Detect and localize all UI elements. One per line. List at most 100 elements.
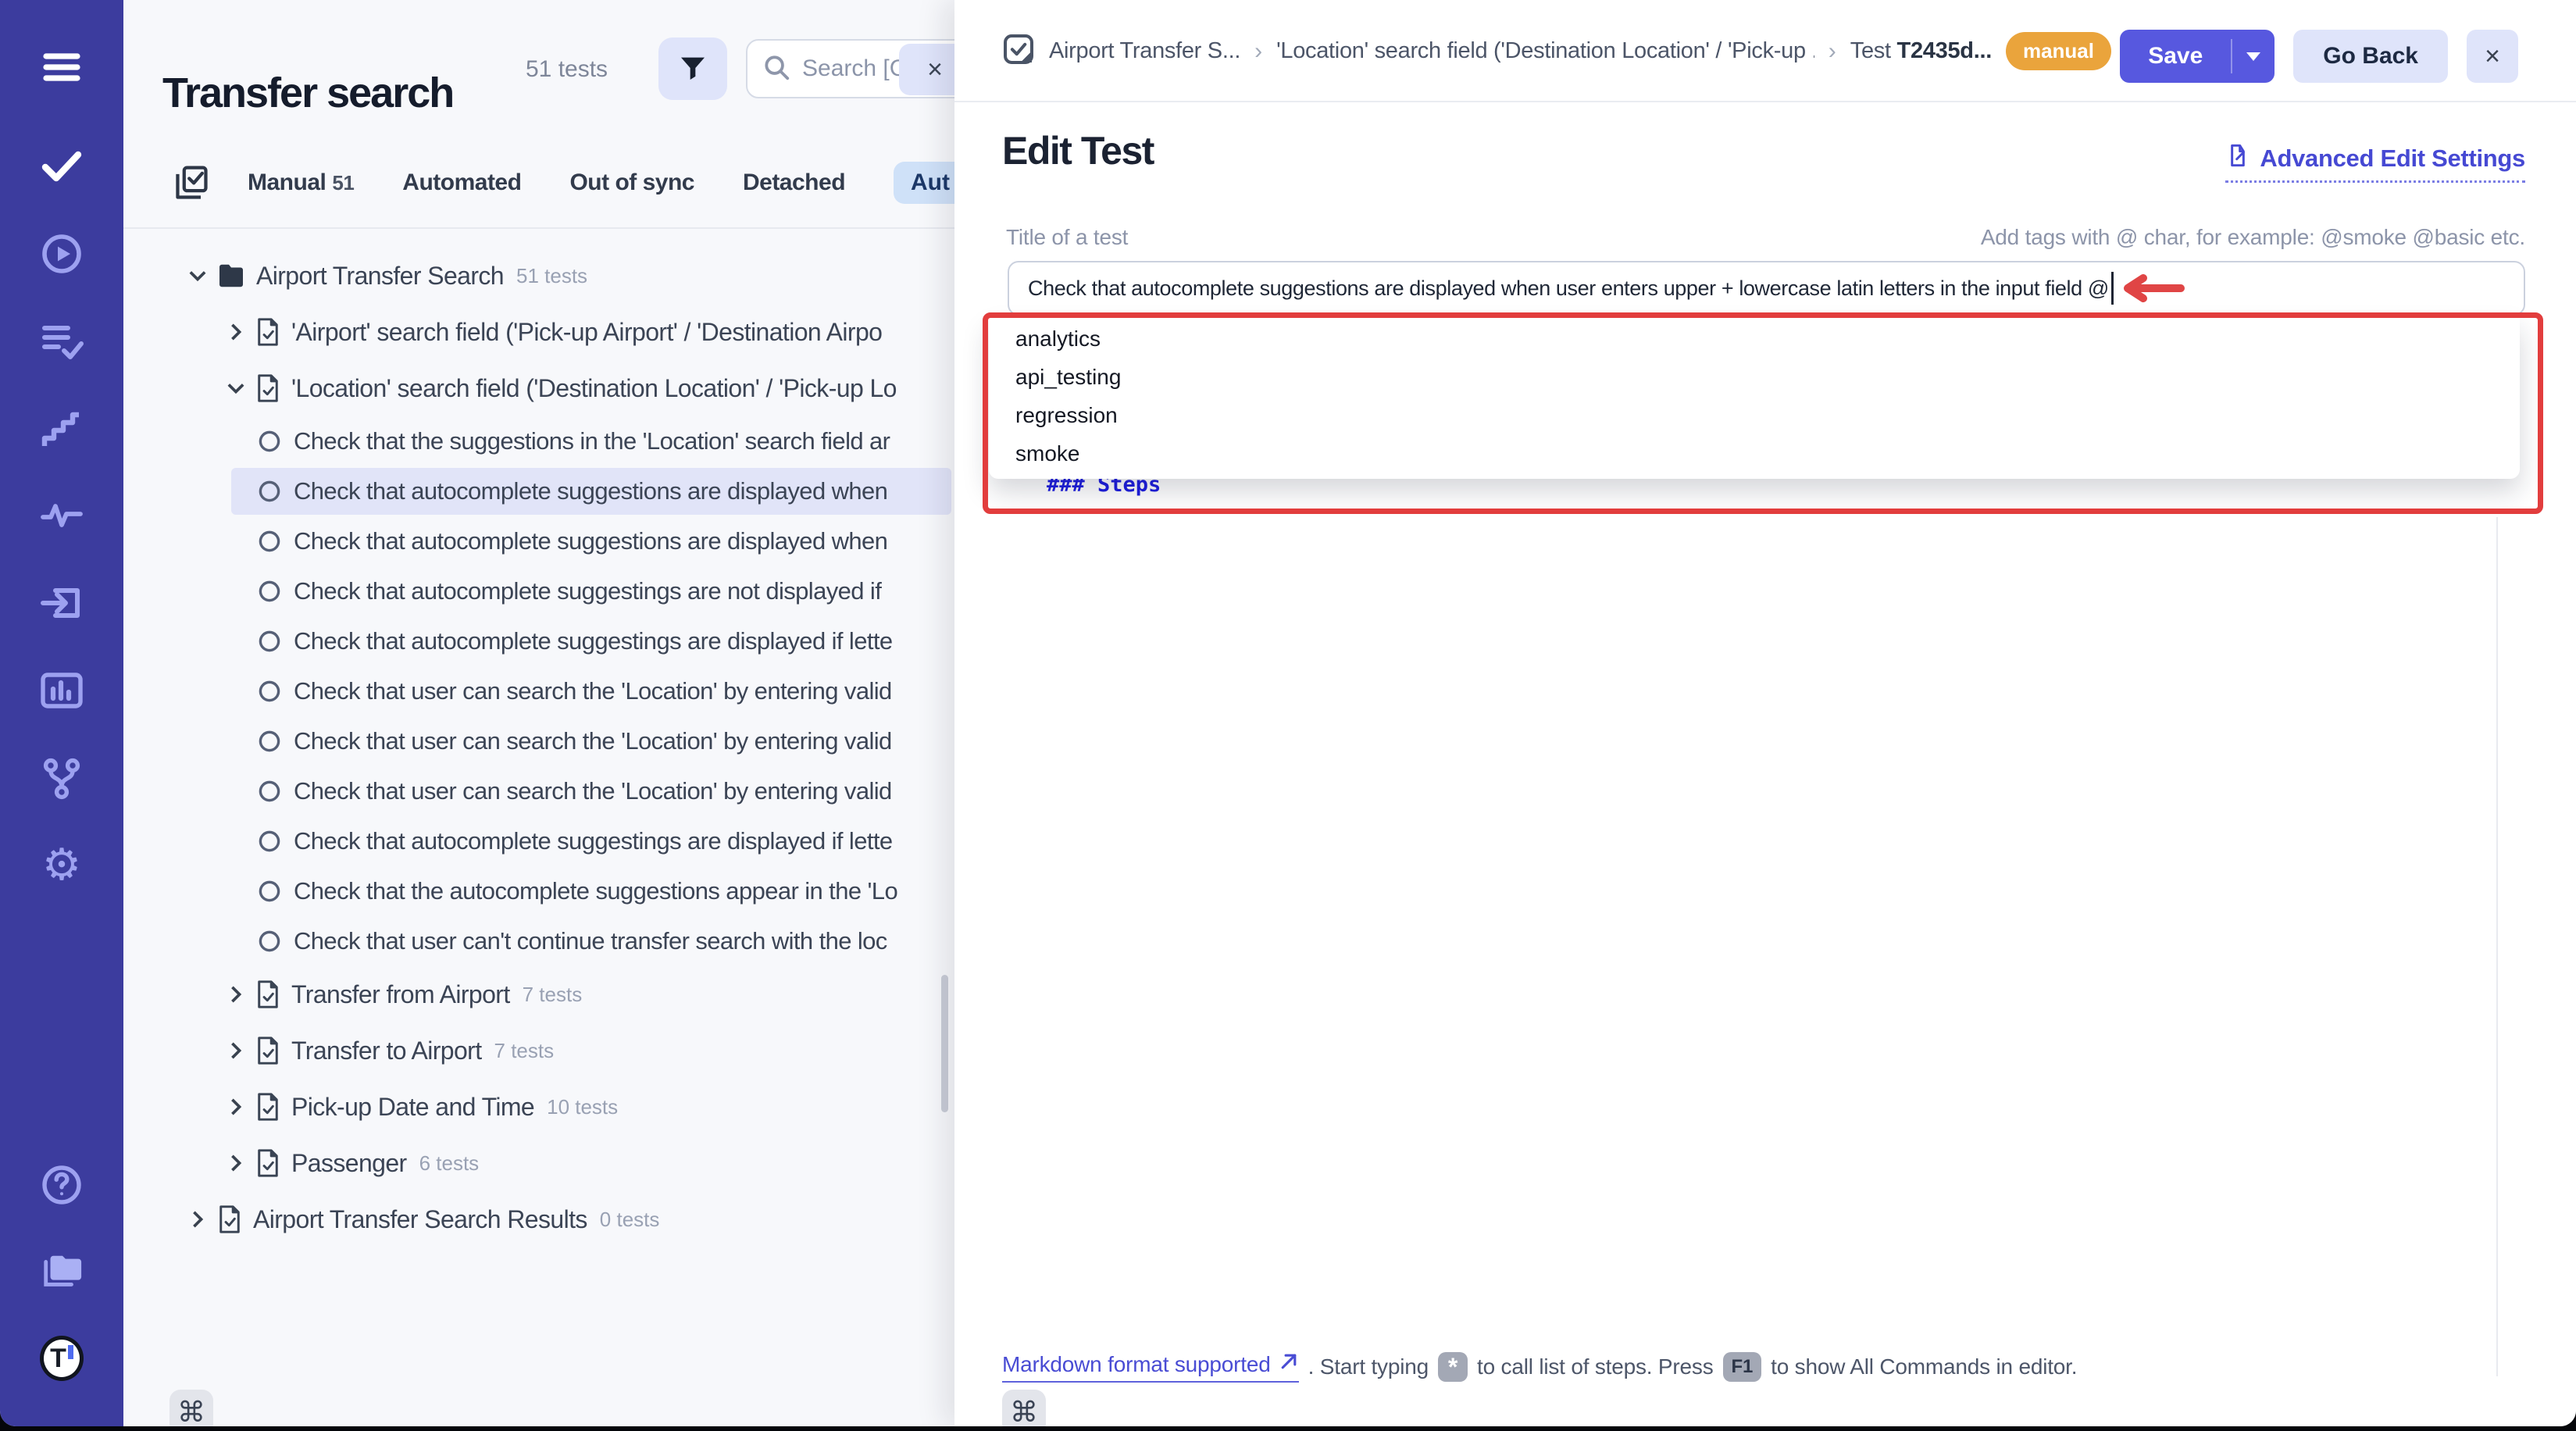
breadcrumb-root[interactable]: Airport Transfer S... (1049, 38, 1240, 64)
tree-suite-row[interactable]: Transfer from Airport 7 tests (123, 966, 954, 1022)
funnel-icon (677, 52, 708, 86)
chevron-right-icon[interactable] (224, 1040, 248, 1061)
tree-test-row[interactable]: Check that the suggestions in the 'Locat… (123, 416, 954, 466)
app-window: ⚙ T Transfer search 51 tests × (0, 0, 2576, 1426)
chevron-right-icon[interactable] (224, 322, 248, 342)
test-circle-icon (256, 728, 283, 755)
reports-icon[interactable] (40, 669, 84, 712)
tree-item-label: Check that the suggestions in the 'Locat… (294, 427, 890, 455)
select-cases-icon[interactable] (173, 164, 210, 202)
tree-suite-row[interactable]: 'Location' search field ('Destination Lo… (123, 360, 954, 416)
save-options-button[interactable] (2232, 30, 2275, 83)
tree-suite-row[interactable]: Airport Transfer Search Results0 tests (123, 1191, 954, 1247)
command-shortcut-badge[interactable]: ⌘ (169, 1390, 213, 1426)
tab-detached[interactable]: Detached (743, 170, 845, 196)
footer-text-3: to show All Commands in editor. (1771, 1354, 2077, 1379)
requirements-icon[interactable] (40, 581, 84, 625)
breadcrumb: Airport Transfer S... › 'Location' searc… (1002, 0, 2111, 102)
tree-test-row[interactable]: Check that autocomplete suggestions are … (123, 516, 954, 566)
chevron-right-icon[interactable] (224, 1097, 248, 1117)
tests-count: 51 tests (526, 56, 608, 83)
integrations-icon[interactable] (40, 756, 84, 800)
chevron-right-icon[interactable] (224, 984, 248, 1005)
tab-automated[interactable]: Automated (402, 170, 521, 196)
test-circle-icon (256, 578, 283, 605)
save-split-button: Save (2120, 30, 2275, 83)
footer-text-2: to call list of steps. Press (1477, 1354, 1714, 1379)
test-runs-icon[interactable] (40, 232, 84, 276)
tree-scrollbar[interactable] (941, 975, 948, 1112)
tree-item-count: 6 tests (419, 1151, 480, 1176)
chevron-right-icon[interactable] (224, 1153, 248, 1173)
tree-item-label: Airport Transfer Search (256, 262, 504, 291)
suite-doc-icon (255, 373, 280, 403)
tag-suggestion-item[interactable]: analytics (989, 319, 2520, 358)
advanced-edit-settings-link[interactable]: Advanced Edit Settings (2225, 143, 2525, 183)
edit-header: Airport Transfer S... › 'Location' searc… (954, 0, 2576, 102)
tree-test-row[interactable]: Check that autocomplete suggestings are … (123, 816, 954, 866)
close-icon: × (2485, 41, 2500, 71)
tree-item-count: 10 tests (547, 1095, 618, 1119)
tree-suite-row[interactable]: Passenger 6 tests (123, 1135, 954, 1191)
test-plans-icon[interactable] (40, 319, 84, 363)
projects-folder-icon[interactable] (40, 1250, 84, 1294)
tab-manual-count: 51 (332, 171, 354, 194)
tab-out-of-sync[interactable]: Out of sync (569, 170, 694, 196)
test-title-input[interactable]: Check that autocomplete suggestions are … (1008, 261, 2525, 316)
save-button[interactable]: Save (2120, 30, 2231, 83)
tree-test-row[interactable]: Check that autocomplete suggestings are … (123, 616, 954, 666)
editor-scrollbar-track[interactable] (2496, 517, 2498, 1376)
tree-suite-row[interactable]: Airport Transfer Search51 tests (123, 248, 954, 304)
tree-suite-row[interactable]: Transfer to Airport7 tests (123, 1022, 954, 1079)
test-circle-icon (256, 628, 283, 655)
tree-test-row[interactable]: Check that autocomplete suggestings are … (123, 566, 954, 616)
tree-test-row[interactable]: Check that user can't continue transfer … (123, 916, 954, 966)
chevron-right-icon[interactable] (186, 1209, 209, 1229)
tag-suggestion-item[interactable]: smoke (989, 434, 2520, 473)
suite-doc-icon (255, 980, 280, 1009)
tree-test-row[interactable]: Check that user can search the 'Location… (123, 766, 954, 816)
tree-item-label: Check that user can search the 'Location… (294, 677, 892, 705)
tag-suggestion-item[interactable]: api_testing (989, 358, 2520, 396)
tree-item-label: Check that autocomplete suggestings are … (294, 827, 893, 855)
tree-test-row[interactable]: Check that the autocomplete suggestions … (123, 866, 954, 916)
milestones-icon[interactable] (40, 407, 84, 451)
tree-suite-row[interactable]: 'Airport' search field ('Pick-up Airport… (123, 304, 954, 360)
tree-item-count: 7 tests (523, 983, 583, 1007)
tab-manual[interactable]: Manual51 (248, 170, 354, 196)
text-cursor (2111, 272, 2114, 305)
menu-icon[interactable] (40, 45, 84, 89)
tag-suggestions-dropdown: analyticsapi_testingregressionsmoke (989, 318, 2520, 479)
defects-icon[interactable] (40, 494, 84, 537)
test-id: T2435d... (1897, 38, 1992, 63)
tree-item-label: Pick-up Date and Time (291, 1093, 534, 1122)
command-shortcut-badge[interactable]: ⌘ (1002, 1390, 1046, 1426)
avatar-logo: T (40, 1336, 84, 1381)
chevron-down-icon (2246, 52, 2260, 61)
tree-item-label: Transfer from Airport (291, 980, 510, 1009)
chevron-down-icon[interactable] (186, 267, 209, 284)
search-icon (762, 52, 791, 86)
user-avatar[interactable]: T (40, 1336, 84, 1380)
chevron-down-icon[interactable] (224, 380, 248, 397)
tree-item-label: Check that autocomplete suggestings are … (294, 577, 881, 605)
close-panel-button[interactable]: × (2467, 30, 2518, 83)
help-icon[interactable] (40, 1163, 84, 1207)
tree-test-row[interactable]: Check that user can search the 'Location… (123, 666, 954, 716)
test-circle-icon (256, 528, 283, 555)
filter-button[interactable] (658, 37, 727, 100)
test-cases-icon[interactable] (40, 144, 84, 187)
page-title: Transfer search (162, 69, 453, 117)
markdown-supported-link[interactable]: Markdown format supported (1002, 1351, 1299, 1383)
breadcrumb-suite[interactable]: 'Location' search field ('Destination Lo… (1276, 38, 1814, 64)
tree-item-label: Check that user can't continue transfer … (294, 927, 887, 955)
tree-suite-row[interactable]: Pick-up Date and Time 10 tests (123, 1079, 954, 1135)
tag-suggestion-item[interactable]: regression (989, 396, 2520, 434)
tree-item-label: Passenger (291, 1149, 407, 1178)
tree-test-row[interactable]: Check that autocomplete suggestions are … (123, 466, 954, 516)
edit-test-heading: Edit Test (1002, 128, 1154, 173)
settings-gear-icon[interactable]: ⚙ (40, 844, 84, 887)
tree-test-row[interactable]: Check that user can search the 'Location… (123, 716, 954, 766)
tree-item-label: Check that user can search the 'Location… (294, 777, 892, 805)
go-back-button[interactable]: Go Back (2293, 30, 2448, 83)
